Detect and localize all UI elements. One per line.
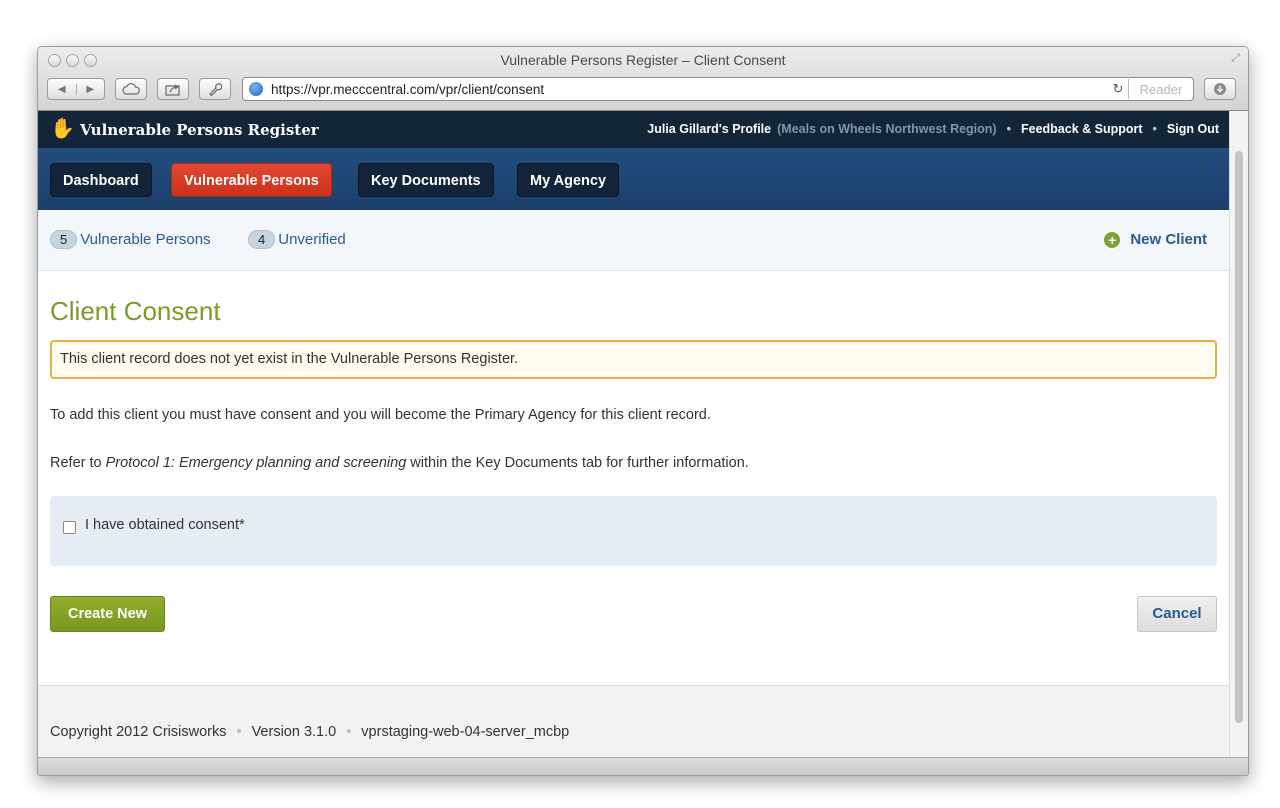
browser-window: Vulnerable Persons Register – Client Con… xyxy=(37,46,1249,776)
browser-chrome: Vulnerable Persons Register – Client Con… xyxy=(38,47,1248,111)
plus-circle-icon: + xyxy=(1104,231,1121,248)
sub-navigation: 5 Vulnerable Persons 4 Unverified + New … xyxy=(38,210,1229,271)
header-links: Julia Gillard's Profile (Meals on Wheels… xyxy=(647,122,1219,136)
globe-icon xyxy=(249,82,263,96)
consent-label[interactable]: I have obtained consent* xyxy=(85,517,245,533)
hand-logo-icon: ✋ xyxy=(50,118,75,140)
vulnerable-persons-link[interactable]: 5 Vulnerable Persons xyxy=(50,230,211,249)
protocol-document-name: Protocol 1: Emergency planning and scree… xyxy=(105,455,407,471)
cloud-icon xyxy=(122,83,140,95)
window-title: Vulnerable Persons Register – Client Con… xyxy=(500,52,786,68)
copyright-text: Copyright 2012 Crisisworks xyxy=(50,724,227,740)
share-icon xyxy=(165,84,180,96)
icloud-tabs-button[interactable] xyxy=(115,78,147,100)
tab-dashboard[interactable]: Dashboard xyxy=(50,163,152,197)
scrollbar-thumb[interactable] xyxy=(1235,151,1243,723)
feedback-link[interactable]: Feedback & Support xyxy=(1021,122,1143,136)
profile-link[interactable]: Julia Gillard's Profile xyxy=(647,122,771,136)
back-icon[interactable]: ◀ xyxy=(48,83,77,95)
vulnerable-persons-label[interactable]: Vulnerable Persons xyxy=(80,231,210,248)
tab-vulnerable-persons[interactable]: Vulnerable Persons xyxy=(171,163,332,197)
count-badge: 5 xyxy=(50,230,78,249)
fullscreen-icon[interactable]: ⤢ xyxy=(1231,52,1240,65)
reload-icon[interactable]: ↻ xyxy=(1108,81,1128,97)
footer-separator: • xyxy=(346,724,352,740)
header-separator: • xyxy=(1152,122,1157,136)
protocol-prefix: Refer to xyxy=(50,455,106,471)
page-title: Client Consent xyxy=(50,296,221,326)
page-footer: Copyright 2012 Crisisworks • Version 3.1… xyxy=(38,685,1229,758)
main-nav: Dashboard Vulnerable Persons Key Documen… xyxy=(38,148,1229,210)
header-separator: • xyxy=(1006,122,1011,136)
server-text: vprstaging-web-04-server_mcbp xyxy=(361,724,570,740)
tab-my-agency[interactable]: My Agency xyxy=(517,163,620,197)
footer-separator: • xyxy=(236,724,242,740)
url-text[interactable]: https://vpr.mecccentral.com/vpr/client/c… xyxy=(271,82,1108,97)
site-header: ✋ Vulnerable Persons Register Julia Gill… xyxy=(38,111,1229,148)
settings-button[interactable] xyxy=(199,78,231,100)
downloads-button[interactable] xyxy=(1204,78,1236,100)
download-icon xyxy=(1214,83,1226,95)
unverified-link[interactable]: 4 Unverified xyxy=(248,230,346,249)
back-forward-buttons: ◀ ▶ xyxy=(47,78,105,100)
count-badge: 4 xyxy=(248,230,276,249)
tab-key-documents[interactable]: Key Documents xyxy=(358,163,494,197)
forward-icon[interactable]: ▶ xyxy=(77,84,105,95)
cancel-button[interactable]: Cancel xyxy=(1137,596,1217,632)
vertical-scrollbar[interactable] xyxy=(1229,111,1248,757)
wrench-icon xyxy=(209,83,222,96)
protocol-suffix: within the Key Documents tab for further… xyxy=(406,455,749,471)
new-client-label[interactable]: New Client xyxy=(1130,231,1207,248)
consent-panel: I have obtained consent* xyxy=(50,496,1217,566)
protocol-reference: Refer to Protocol 1: Emergency planning … xyxy=(50,455,749,471)
reader-button[interactable]: Reader xyxy=(1128,79,1193,99)
agency-name: (Meals on Wheels Northwest Region) xyxy=(777,122,997,136)
signout-link[interactable]: Sign Out xyxy=(1167,122,1219,136)
new-client-link[interactable]: + New Client xyxy=(1104,231,1207,248)
consent-instruction: To add this client you must have consent… xyxy=(50,407,711,423)
footer-info: Copyright 2012 Crisisworks • Version 3.1… xyxy=(50,724,569,740)
version-text: Version 3.1.0 xyxy=(251,724,337,740)
unverified-label[interactable]: Unverified xyxy=(278,231,346,248)
create-new-button[interactable]: Create New xyxy=(50,596,165,632)
status-bar xyxy=(38,757,1248,775)
site-title[interactable]: Vulnerable Persons Register xyxy=(80,121,319,139)
address-bar[interactable]: https://vpr.mecccentral.com/vpr/client/c… xyxy=(242,77,1194,101)
share-button[interactable] xyxy=(157,78,189,100)
warning-alert: This client record does not yet exist in… xyxy=(50,340,1217,379)
consent-checkbox[interactable] xyxy=(63,521,76,534)
